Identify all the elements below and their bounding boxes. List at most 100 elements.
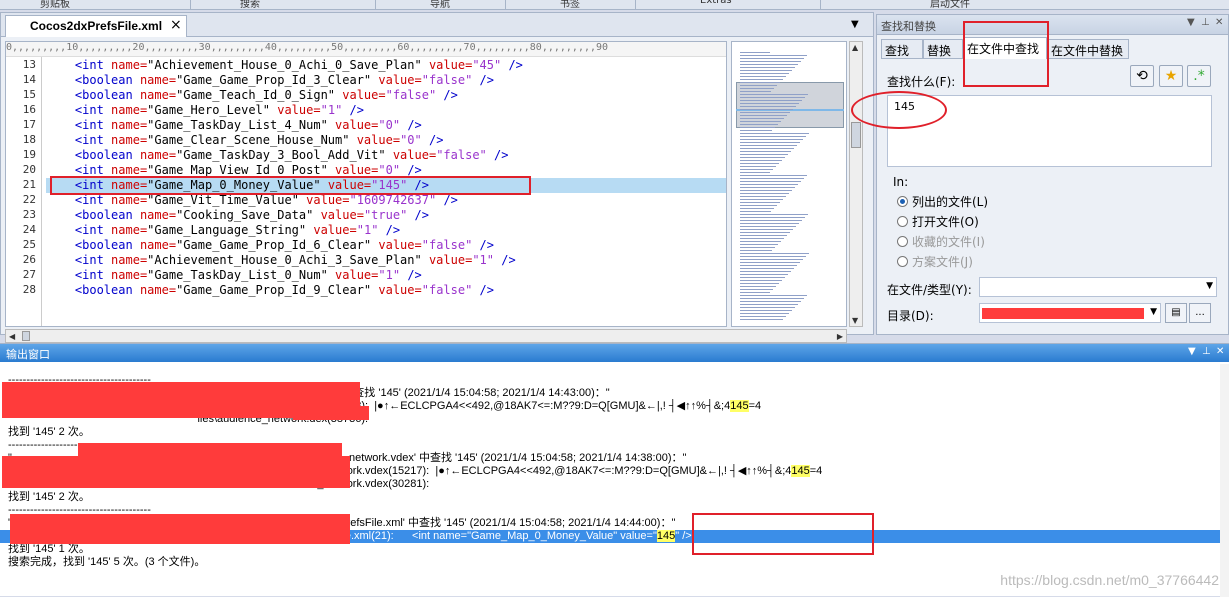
scroll-up-icon[interactable]: ▲ xyxy=(852,43,858,52)
scope-radio[interactable]: 打开文件(O) xyxy=(897,213,979,230)
output-line[interactable]: 找到 '145' 2 次。 xyxy=(8,426,90,439)
attr-value: false xyxy=(428,238,466,252)
line-number: 27 xyxy=(22,268,36,281)
find-panel-titlebar: 查找和替换 ▼ ⊥ ✕ xyxy=(877,15,1228,35)
xml-tag: <int xyxy=(74,253,104,267)
scroll-right-icon[interactable]: ▶ xyxy=(837,332,843,341)
close-icon[interactable]: ✕ xyxy=(1215,17,1223,28)
attr-value: 45 xyxy=(479,58,494,72)
pin-icon[interactable]: ⊥ xyxy=(1201,17,1210,28)
dropdown-icon[interactable]: ▼ xyxy=(1188,346,1196,357)
file-tab[interactable]: Cocos2dxPrefsFile.xml × xyxy=(5,15,187,37)
redaction xyxy=(982,308,1144,319)
attr-value: true xyxy=(371,208,401,222)
document-minimap[interactable] xyxy=(731,41,847,327)
file-type-select[interactable]: ▼ xyxy=(979,277,1217,297)
code-line: <int name="Achievement_House_0_Achi_3_Sa… xyxy=(74,253,516,267)
output-scrollbar[interactable] xyxy=(1220,364,1229,597)
output-text: 找到 '145' 2 次。 xyxy=(8,491,90,503)
favorite-star-icon[interactable]: ★ xyxy=(1159,65,1183,87)
code-line: <boolean name="Game_Game_Prop_Id_3_Clear… xyxy=(74,73,495,87)
attr-value: 1 xyxy=(327,103,336,117)
search-scope-group: In: 列出的文件(L) 打开文件(O) 收藏的文件(I) 方案文件(J) xyxy=(887,175,1221,269)
output-line[interactable]: 搜索完成，找到 '145' 5 次。(3 个文件)。 xyxy=(8,556,205,569)
radio-indicator xyxy=(897,196,908,207)
match-highlight: 145 xyxy=(730,400,749,412)
directory-select[interactable]: ▼ xyxy=(979,303,1161,323)
xml-tag: <boolean xyxy=(74,148,133,162)
attr-value: false xyxy=(443,148,480,162)
attr-value: false xyxy=(392,88,429,102)
file-type-label: 在文件/类型(Y): xyxy=(887,283,972,297)
redaction xyxy=(2,456,350,488)
code-line: <boolean name="Cooking_Save_Data" value=… xyxy=(74,208,429,222)
xml-tag: <boolean xyxy=(74,208,133,222)
code-line: <int name="Game_TaskDay_List_4_Num" valu… xyxy=(74,118,422,132)
tab-replace[interactable]: 替换 xyxy=(923,39,963,59)
scroll-thumb[interactable] xyxy=(22,331,30,341)
code-line: <boolean name="Game_Teach_Id_0_Sign" val… xyxy=(74,88,458,102)
xml-tag: <int xyxy=(74,268,104,282)
ribbon-group-label: 搜索 xyxy=(240,0,260,10)
ribbon-group-label: 导航 xyxy=(430,0,450,10)
tab-find[interactable]: 查找 xyxy=(881,39,923,59)
xml-tag: <int xyxy=(74,133,104,147)
attr-name-value: Game_Teach_Id_0_Sign xyxy=(183,88,328,102)
attr-name-value: Cooking_Save_Data xyxy=(183,208,307,222)
redaction xyxy=(78,443,342,456)
scroll-down-icon[interactable]: ▼ xyxy=(852,316,858,325)
output-text: 找到 '145' 2 次。 xyxy=(8,426,90,438)
output-line[interactable]: 找到 '145' 1 次。 xyxy=(8,543,90,556)
editor-tab-bar: Cocos2dxPrefsFile.xml × ▼ xyxy=(1,13,873,37)
watermark: https://blog.csdn.net/m0_37766442 xyxy=(1000,572,1219,588)
folder-browse-icon[interactable]: ▤ xyxy=(1165,303,1187,323)
code-line: <int name="Game_Hero_Level" value="1" /> xyxy=(74,103,364,117)
attr-name-value: Achievement_House_0_Achi_0_Save_Plan xyxy=(154,58,415,72)
pin-icon[interactable]: ⊥ xyxy=(1202,346,1211,357)
line-number: 21 xyxy=(22,178,36,191)
code-line: <int name="Game_TaskDay_List_0_Num" valu… xyxy=(74,268,422,282)
annotation-oval-145 xyxy=(851,91,947,129)
match-highlight: 145 xyxy=(656,530,676,542)
attr-value: 0 xyxy=(385,163,393,177)
radio-indicator xyxy=(897,216,908,227)
attr-value: 0 xyxy=(407,133,415,147)
scroll-left-icon[interactable]: ◀ xyxy=(9,332,15,341)
ribbon-group-label: 剪贴板 xyxy=(40,0,70,10)
attr-value: false xyxy=(428,283,466,297)
line-number: 25 xyxy=(22,238,36,251)
chevron-down-icon: ▼ xyxy=(1150,307,1157,317)
output-titlebar: 输出窗口 ▼ ⊥ ✕ xyxy=(0,344,1229,362)
line-number: 17 xyxy=(22,118,36,131)
scope-radio-label: 列出的文件(L) xyxy=(912,195,989,209)
history-icon[interactable]: ⟲ xyxy=(1130,65,1154,87)
xml-tag: <boolean xyxy=(74,238,133,252)
close-icon[interactable]: × xyxy=(170,17,182,33)
close-icon[interactable]: ✕ xyxy=(1216,346,1224,357)
attr-name-value: Game_Vit_Time_Value xyxy=(154,193,292,207)
xml-tag: <boolean xyxy=(74,88,133,102)
dropdown-icon[interactable]: ▼ xyxy=(1187,17,1195,28)
regex-icon[interactable]: .* xyxy=(1187,65,1211,87)
attr-value: 1609742637 xyxy=(356,193,429,207)
browse-button[interactable]: ... xyxy=(1189,303,1211,323)
scope-radio[interactable]: 列出的文件(L) xyxy=(897,193,988,210)
editor-vertical-scrollbar[interactable]: ▲ ▼ xyxy=(849,41,863,327)
attr-value: 0 xyxy=(385,118,393,132)
output-text: 搜索完成，找到 '145' 5 次。(3 个文件)。 xyxy=(8,556,206,568)
output-line[interactable]: 找到 '145' 2 次。 xyxy=(8,491,90,504)
scroll-thumb[interactable] xyxy=(851,122,861,148)
xml-tag: <int xyxy=(74,103,104,117)
line-number: 16 xyxy=(22,103,36,116)
attr-value: 1 xyxy=(385,268,393,282)
tab-replace-in-files[interactable]: 在文件中替换 xyxy=(1047,39,1129,59)
editor-horizontal-scrollbar[interactable]: ◀ ▶ xyxy=(5,329,847,343)
tab-list-dropdown-icon[interactable]: ▼ xyxy=(851,19,859,30)
code-line: <int name="Game_Vit_Time_Value" value="1… xyxy=(74,193,458,207)
ribbon-group-label: 启动文件 xyxy=(930,0,970,10)
attr-name-value: Game_Hero_Level xyxy=(154,103,263,117)
attr-name-value: Game_TaskDay_List_4_Num xyxy=(154,118,321,132)
xml-tag: <int xyxy=(74,193,104,207)
attr-value: false xyxy=(428,73,466,87)
annotation-box-tab xyxy=(963,21,1049,87)
